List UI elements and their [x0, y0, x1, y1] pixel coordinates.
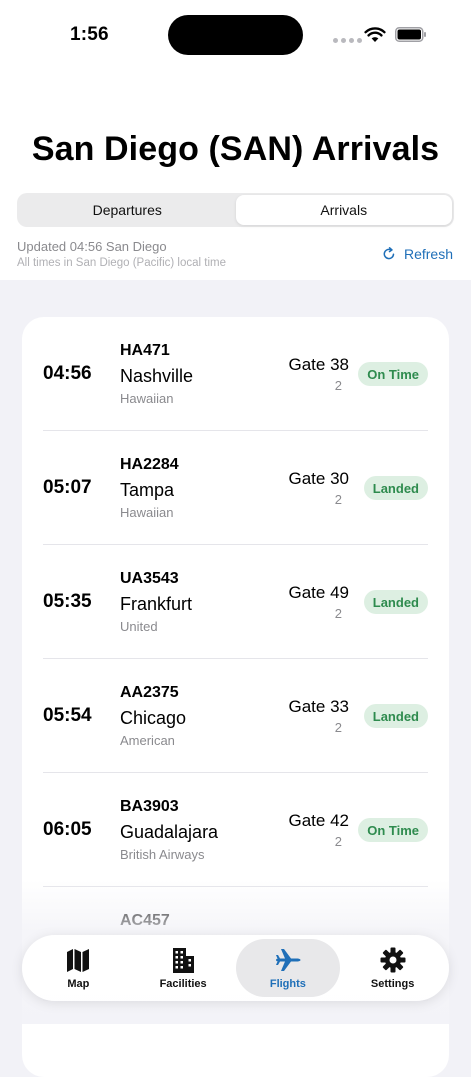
flight-row[interactable]: 05:07 HA2284 Tampa Hawaiian Gate 30 2 La…	[43, 431, 428, 545]
flight-number: HA471	[120, 342, 170, 359]
origin-city: Nashville	[120, 366, 194, 386]
tab-flights[interactable]: Flights	[235, 939, 341, 997]
flight-row[interactable]: 05:54 AA2375 Chicago American Gate 33 2 …	[43, 659, 428, 773]
gear-icon	[380, 947, 406, 973]
refresh-button[interactable]: Refresh	[382, 246, 453, 262]
origin-city: Tampa	[120, 480, 175, 500]
tab-label: Map	[67, 978, 90, 990]
updated-text: Updated 04:56 San Diego	[17, 239, 167, 254]
tab-bar: Map Facilities Flights Settings	[22, 935, 449, 1001]
airline-name: Hawaiian	[120, 505, 174, 520]
flight-row[interactable]: 06:05 BA3903 Guadalajara British Airways…	[43, 773, 428, 887]
flight-number: AA2375	[120, 684, 179, 701]
origin-city: Frankfurt	[120, 594, 193, 614]
flight-number: UA3543	[120, 570, 179, 587]
arrival-time: 05:07	[43, 477, 92, 498]
arrival-time: 05:35	[43, 591, 92, 612]
dynamic-island	[168, 15, 303, 55]
gate-label: Gate 42	[288, 811, 350, 830]
airplane-icon	[275, 949, 301, 971]
wifi-icon	[364, 27, 386, 42]
page-title: San Diego (SAN) Arrivals	[31, 130, 440, 168]
airline-name: United	[120, 619, 158, 634]
battery-icon	[395, 27, 426, 42]
arrival-time: 04:56	[43, 363, 92, 384]
gate-label: Gate 30	[288, 469, 350, 488]
tab-label: Facilities	[159, 978, 207, 990]
cellular-signal-icon	[333, 38, 362, 43]
flight-number: BA3903	[120, 798, 179, 815]
status-badge: On Time	[358, 362, 428, 386]
status-badge: Landed	[363, 476, 428, 500]
origin-city: Chicago	[120, 708, 187, 728]
building-icon	[173, 948, 195, 973]
origin-city: Guadalajara	[120, 822, 219, 842]
tab-settings[interactable]: Settings	[340, 939, 445, 997]
refresh-icon	[383, 247, 395, 260]
status-badge: Landed	[363, 704, 428, 728]
terminal-label: 2	[334, 834, 342, 849]
status-bar: 1:56	[0, 0, 471, 70]
flight-number: HA2284	[120, 456, 179, 473]
terminal-label: 2	[334, 378, 342, 393]
flight-row[interactable]: 05:35 UA3543 Frankfurt United Gate 49 2 …	[43, 545, 428, 659]
tab-facilities[interactable]: Facilities	[131, 939, 236, 997]
terminal-label: 2	[334, 492, 342, 507]
tab-label: Settings	[370, 978, 415, 990]
terminal-label: 2	[334, 606, 342, 621]
flight-number: AC457	[120, 912, 170, 929]
gate-label: Gate 33	[288, 697, 350, 716]
departures-segment[interactable]: Departures	[19, 195, 236, 225]
arrival-time: 06:05	[43, 819, 92, 840]
arrival-time: 05:54	[43, 705, 92, 726]
gate-label: Gate 49	[288, 583, 350, 602]
timezone-note: All times in San Diego (Pacific) local t…	[17, 257, 226, 269]
status-badge: On Time	[358, 818, 428, 842]
segmented-control: Departures Arrivals	[17, 193, 454, 227]
flight-row[interactable]: 04:56 HA471 Nashville Hawaiian Gate 38 2…	[43, 317, 428, 431]
tab-map[interactable]: Map	[26, 939, 131, 997]
terminal-label: 2	[334, 720, 342, 735]
status-time: 1:56	[70, 24, 109, 45]
airline-name: American	[120, 733, 175, 748]
airline-name: British Airways	[120, 847, 205, 862]
map-icon	[67, 949, 90, 972]
refresh-label: Refresh	[403, 246, 453, 262]
header-area: 1:56 San Diego (SAN) Arrivals Departures…	[0, 0, 471, 280]
tab-label: Flights	[269, 978, 306, 990]
gate-label: Gate 38	[288, 355, 350, 374]
arrivals-segment[interactable]: Arrivals	[235, 195, 452, 225]
status-badge: Landed	[363, 590, 428, 614]
airline-name: Hawaiian	[120, 391, 174, 406]
